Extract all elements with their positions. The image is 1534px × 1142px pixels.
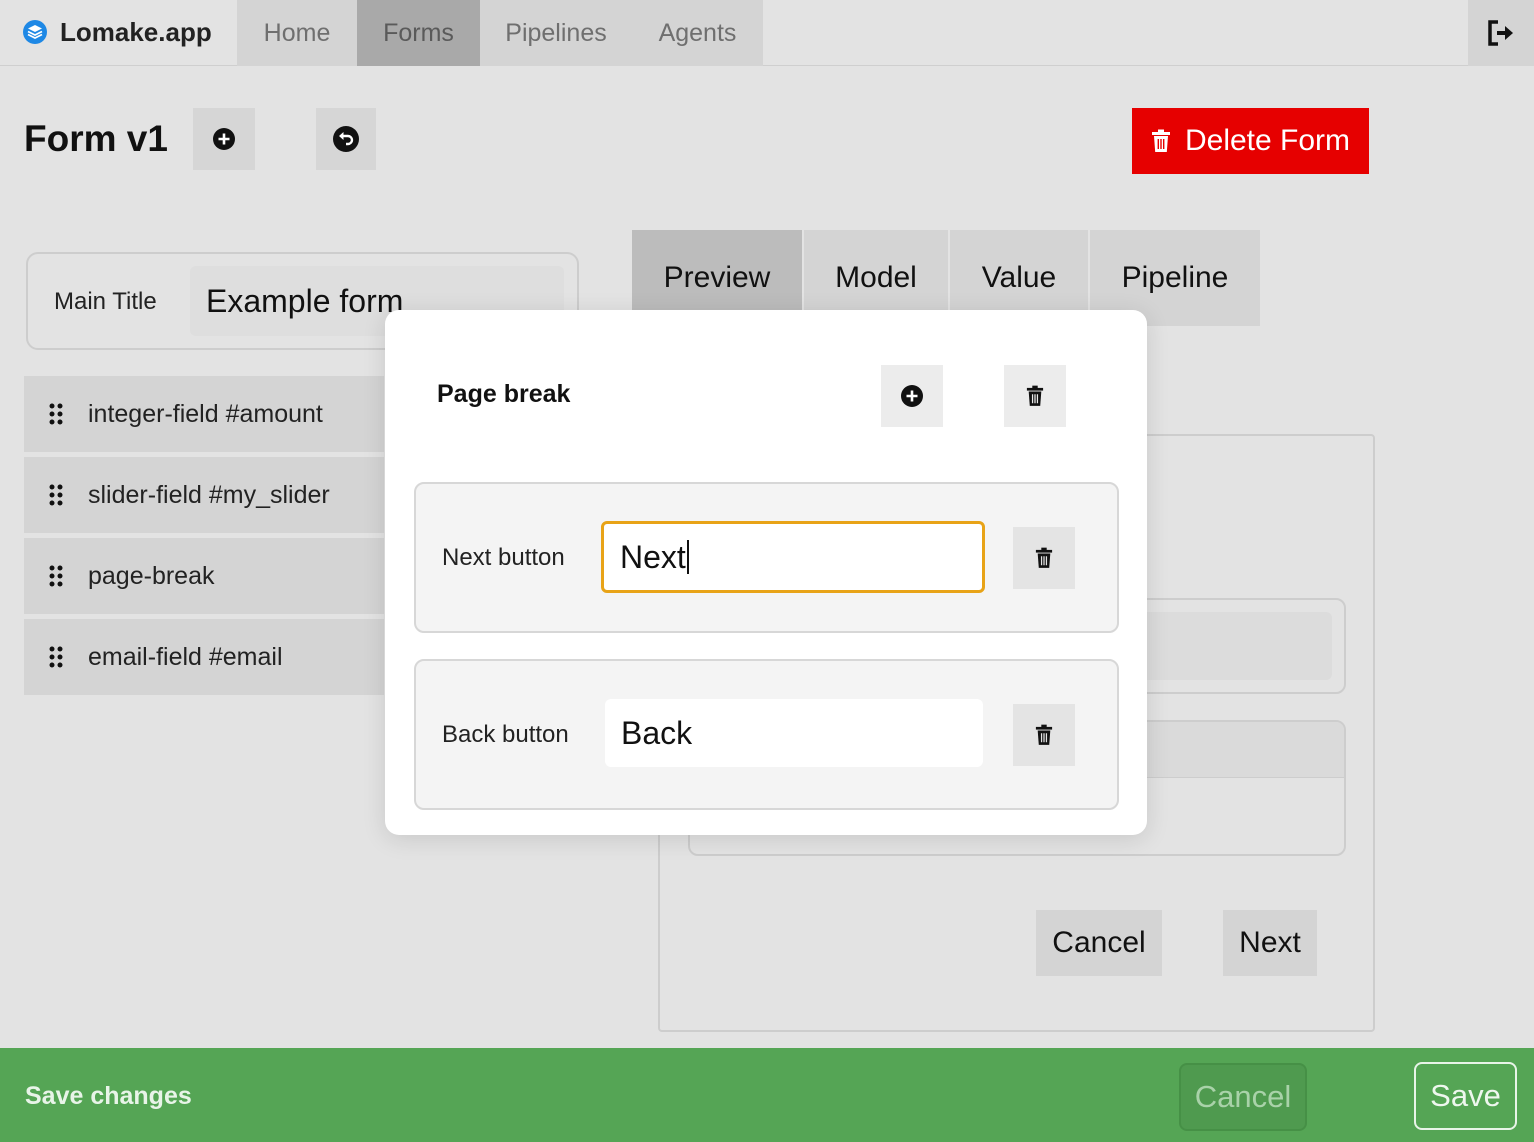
page-title: Form v1	[24, 118, 168, 159]
delete-page-break-button[interactable]	[1004, 365, 1066, 427]
nav-agents[interactable]: Agents	[632, 0, 763, 66]
list-item[interactable]: email-field #email	[24, 619, 384, 695]
back-button-row: Back button Back	[414, 659, 1119, 810]
dialog-title: Page break	[437, 380, 571, 408]
brand[interactable]: Lomake.app	[22, 14, 212, 50]
save-changes-message: Save changes	[25, 1082, 192, 1110]
field-label: email-field #email	[88, 642, 283, 671]
plus-circle-icon	[213, 128, 235, 150]
preview-next-button[interactable]: Next	[1223, 910, 1317, 976]
list-item[interactable]: integer-field #amount	[24, 376, 384, 452]
layers-icon	[23, 20, 47, 44]
field-list: integer-field #amount slider-field #my_s…	[24, 376, 384, 700]
main-title-label: Main Title	[54, 288, 157, 315]
next-button-label: Next button	[442, 544, 565, 571]
delete-form-button[interactable]: Delete Form	[1132, 108, 1369, 174]
drag-handle-icon[interactable]	[48, 484, 64, 506]
delete-next-button[interactable]	[1013, 527, 1075, 589]
delete-back-button[interactable]	[1013, 704, 1075, 766]
delete-form-label: Delete Form	[1184, 124, 1351, 157]
field-label: page-break	[88, 561, 215, 590]
plus-circle-icon	[901, 385, 923, 407]
field-label: slider-field #my_slider	[88, 480, 330, 509]
nav-forms[interactable]: Forms	[357, 0, 480, 66]
add-element-button[interactable]	[193, 108, 255, 170]
list-item[interactable]: page-break	[24, 538, 384, 614]
list-item[interactable]: slider-field #my_slider	[24, 457, 384, 533]
logout-button[interactable]	[1468, 0, 1534, 66]
add-button[interactable]	[881, 365, 943, 427]
next-button-row: Next button Next	[414, 482, 1119, 633]
brand-name: Lomake.app	[60, 16, 212, 47]
trash-icon	[1026, 385, 1044, 406]
preview-field-input[interactable]	[1132, 612, 1332, 680]
drag-handle-icon[interactable]	[48, 646, 64, 668]
main-nav: Home Forms Pipelines Agents	[237, 0, 763, 66]
nav-pipelines[interactable]: Pipelines	[480, 0, 632, 66]
drag-handle-icon[interactable]	[48, 565, 64, 587]
drag-handle-icon[interactable]	[48, 403, 64, 425]
next-button-input[interactable]: Next	[601, 521, 985, 593]
undo-button[interactable]	[316, 108, 376, 170]
trash-icon	[1035, 724, 1053, 745]
back-button-label: Back button	[442, 721, 569, 748]
text-caret	[686, 540, 689, 574]
trash-icon	[1151, 129, 1170, 152]
save-button[interactable]: Save	[1414, 1062, 1517, 1130]
logout-icon	[1488, 20, 1513, 46]
page-break-dialog: Page break Next button Next Back button …	[385, 310, 1147, 835]
undo-icon	[333, 126, 359, 152]
next-button-value: Next	[620, 538, 686, 575]
trash-icon	[1035, 547, 1053, 568]
save-changes-bar: Save changes Cancel Save	[0, 1048, 1534, 1142]
cancel-changes-button[interactable]: Cancel	[1179, 1063, 1307, 1131]
top-nav-bar: Lomake.app Home Forms Pipelines Agents	[0, 0, 1534, 66]
back-button-input[interactable]: Back	[605, 699, 983, 767]
nav-home[interactable]: Home	[237, 0, 357, 66]
field-label: integer-field #amount	[88, 399, 323, 428]
preview-cancel-button[interactable]: Cancel	[1036, 910, 1162, 976]
